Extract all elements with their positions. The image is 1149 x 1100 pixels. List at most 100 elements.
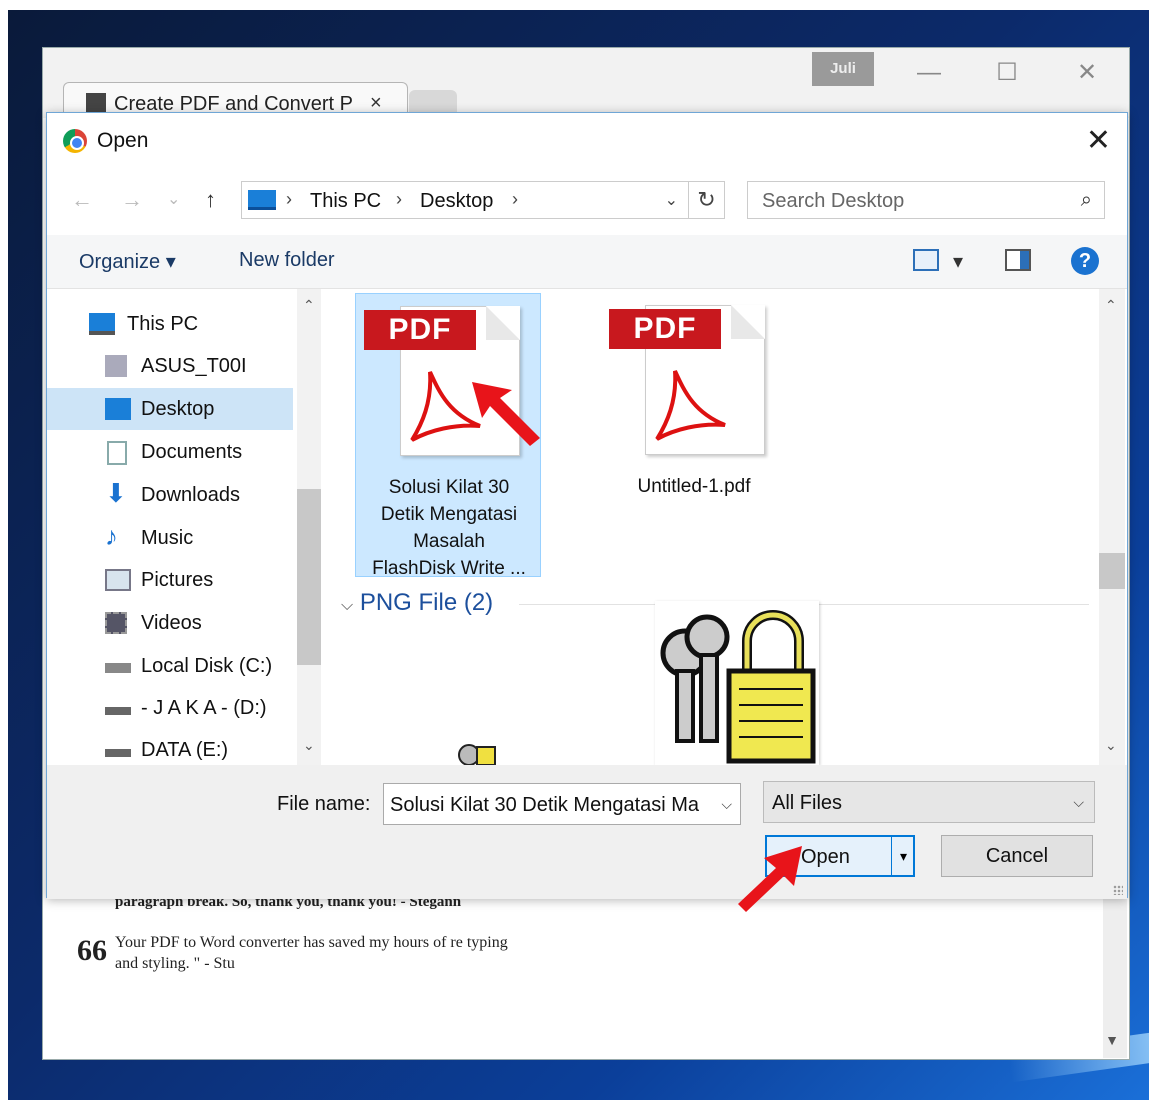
nav-item-local-disk[interactable]: Local Disk (C:) [47,645,293,687]
back-button[interactable]: ← [71,187,93,213]
nav-item-pictures[interactable]: Pictures [47,559,293,601]
file-scroll-thumb[interactable] [1099,553,1125,589]
help-icon[interactable]: ? [1071,247,1099,275]
group-header-png[interactable]: ⌵ PNG File (2) [341,589,493,617]
nav-label: This PC [127,313,199,335]
close-window-button[interactable]: ✕ [1067,58,1107,88]
pdf-badge: PDF [609,309,721,349]
nav-item-downloads[interactable]: ⬇ Downloads [47,474,293,516]
forward-button[interactable]: → [121,187,143,213]
nav-label: Desktop [141,398,215,420]
open-split-dropdown-icon[interactable]: ▾ [891,837,915,875]
page-fold [731,305,765,339]
keys-lock-thumbnail-icon [458,744,496,765]
resize-grip-icon[interactable] [1113,885,1123,895]
nav-item-desktop[interactable]: Desktop [47,388,293,430]
file-item-pdf-untitled[interactable]: PDF Untitled-1.pdf [601,293,787,577]
file-name-dropdown-icon[interactable]: ⌵ [721,796,732,813]
nav-label: Downloads [141,484,240,506]
breadcrumb-this-pc[interactable]: This PC [310,190,381,213]
nav-item-asus[interactable]: ASUS_T00I [47,345,293,387]
file-type-dropdown-icon[interactable]: ⌵ [1073,794,1084,811]
drive-icon [105,707,131,715]
file-name-line: Detik Mengatasi [380,504,518,525]
file-name-line: Solusi Kilat 30 [388,477,510,498]
nav-label: ASUS_T00I [141,355,247,377]
group-collapse-icon[interactable]: ⌵ [341,597,353,614]
nav-item-videos[interactable]: Videos [47,602,293,644]
new-folder-button[interactable]: New folder [239,249,335,272]
nav-label: Music [141,527,194,549]
breadcrumb-desktop[interactable]: Desktop [420,190,493,213]
file-item-png-2[interactable] [655,601,819,765]
file-scroll-down-icon[interactable]: ⌄ [1105,737,1117,754]
videos-icon [105,612,127,634]
pictures-icon [105,569,131,591]
breadcrumb-separator[interactable]: › [396,189,402,210]
nav-item-drive-d[interactable]: - J A K A - (D:) [47,687,293,729]
view-options-dropdown[interactable]: ▾ [953,249,963,274]
file-name-line: Untitled-1.pdf [637,476,751,497]
recent-locations-button[interactable]: ⌄ [167,189,180,209]
file-name: Solusi Kilat 30 Detik Mengatasi Masalah … [356,474,542,582]
file-scroll-up-icon[interactable]: ⌃ [1105,297,1117,314]
testimonial-text: Your PDF to Word converter has saved my … [115,934,508,951]
file-type-select[interactable]: All Files ⌵ [763,781,1095,823]
dialog-footer: File name: Solusi Kilat 30 Detik Mengata… [47,765,1127,899]
nav-label: Local Disk (C:) [141,655,273,677]
organize-menu[interactable]: Organize ▾ [79,249,176,274]
file-name-field[interactable]: Solusi Kilat 30 Detik Mengatasi Ma ⌵ [383,783,741,825]
documents-icon [107,441,127,465]
dialog-close-button[interactable]: ✕ [1086,123,1111,158]
search-box[interactable]: Search Desktop ⌕ [747,181,1105,219]
file-name-value[interactable]: Solusi Kilat 30 Detik Mengatasi Ma [390,794,708,817]
downloads-icon: ⬇ [105,478,127,508]
minimize-button[interactable]: — [909,58,949,88]
refresh-button[interactable]: ↻ [689,181,725,219]
address-dropdown-icon[interactable]: ⌄ [665,190,678,210]
annotation-arrow-icon [738,846,802,912]
page-fold [486,306,520,340]
breadcrumb-separator[interactable]: › [512,189,518,210]
open-button-label: Open [801,846,850,868]
nav-item-this-pc[interactable]: This PC [47,303,293,345]
profile-badge[interactable]: Juli [812,52,874,86]
nav-item-documents[interactable]: Documents [47,431,293,473]
file-type-value: All Files [772,792,843,814]
file-scrollbar[interactable] [1099,289,1125,765]
nav-scroll-thumb[interactable] [297,489,321,665]
nav-label: - J A K A - (D:) [141,697,267,719]
search-placeholder: Search Desktop [762,190,905,212]
open-dialog: Open ✕ ← → ⌄ ↑ › This PC › Desktop › ⌄ ↻… [46,112,1128,899]
chrome-logo-icon [63,129,87,153]
file-list: PDF Solusi Kilat 30 Detik Mengatasi Masa… [329,289,1099,765]
this-pc-icon [248,190,276,210]
testimonial-text: and styling. " - Stu [115,955,235,972]
keys-lock-thumbnail-icon [660,610,816,764]
address-bar[interactable]: › This PC › Desktop › ⌄ [241,181,689,219]
search-icon: ⌕ [1080,189,1092,211]
local-disk-icon [105,663,131,673]
cancel-button[interactable]: Cancel [941,835,1093,877]
nav-item-music[interactable]: ♪ Music [47,517,293,559]
file-name: Untitled-1.pdf [601,473,787,500]
file-item-png-1[interactable] [389,639,549,765]
nav-label: Documents [141,441,243,463]
scroll-down-icon[interactable]: ▼ [1105,1032,1119,1048]
file-name-line: Masalah [413,531,485,552]
nav-scroll-down-icon[interactable]: ⌄ [303,737,315,754]
page-scrollbar[interactable]: ▼ [1103,898,1127,1058]
dialog-title: Open [97,129,149,152]
breadcrumb-separator[interactable]: › [286,189,292,210]
acrobat-logo-icon [652,370,726,443]
navigation-pane: This PC ASUS_T00I Desktop Documents ⬇ Do… [47,289,323,765]
up-button[interactable]: ↑ [205,187,216,213]
maximize-button[interactable]: ☐ [987,58,1027,88]
preview-pane-icon[interactable] [1005,249,1031,271]
nav-label: Videos [141,612,202,634]
change-view-icon[interactable] [913,249,939,271]
quote-icon: 66 [77,934,107,967]
music-icon: ♪ [105,521,118,551]
file-name-line: FlashDisk Write ... [372,558,526,579]
nav-scroll-up-icon[interactable]: ⌃ [303,297,315,314]
